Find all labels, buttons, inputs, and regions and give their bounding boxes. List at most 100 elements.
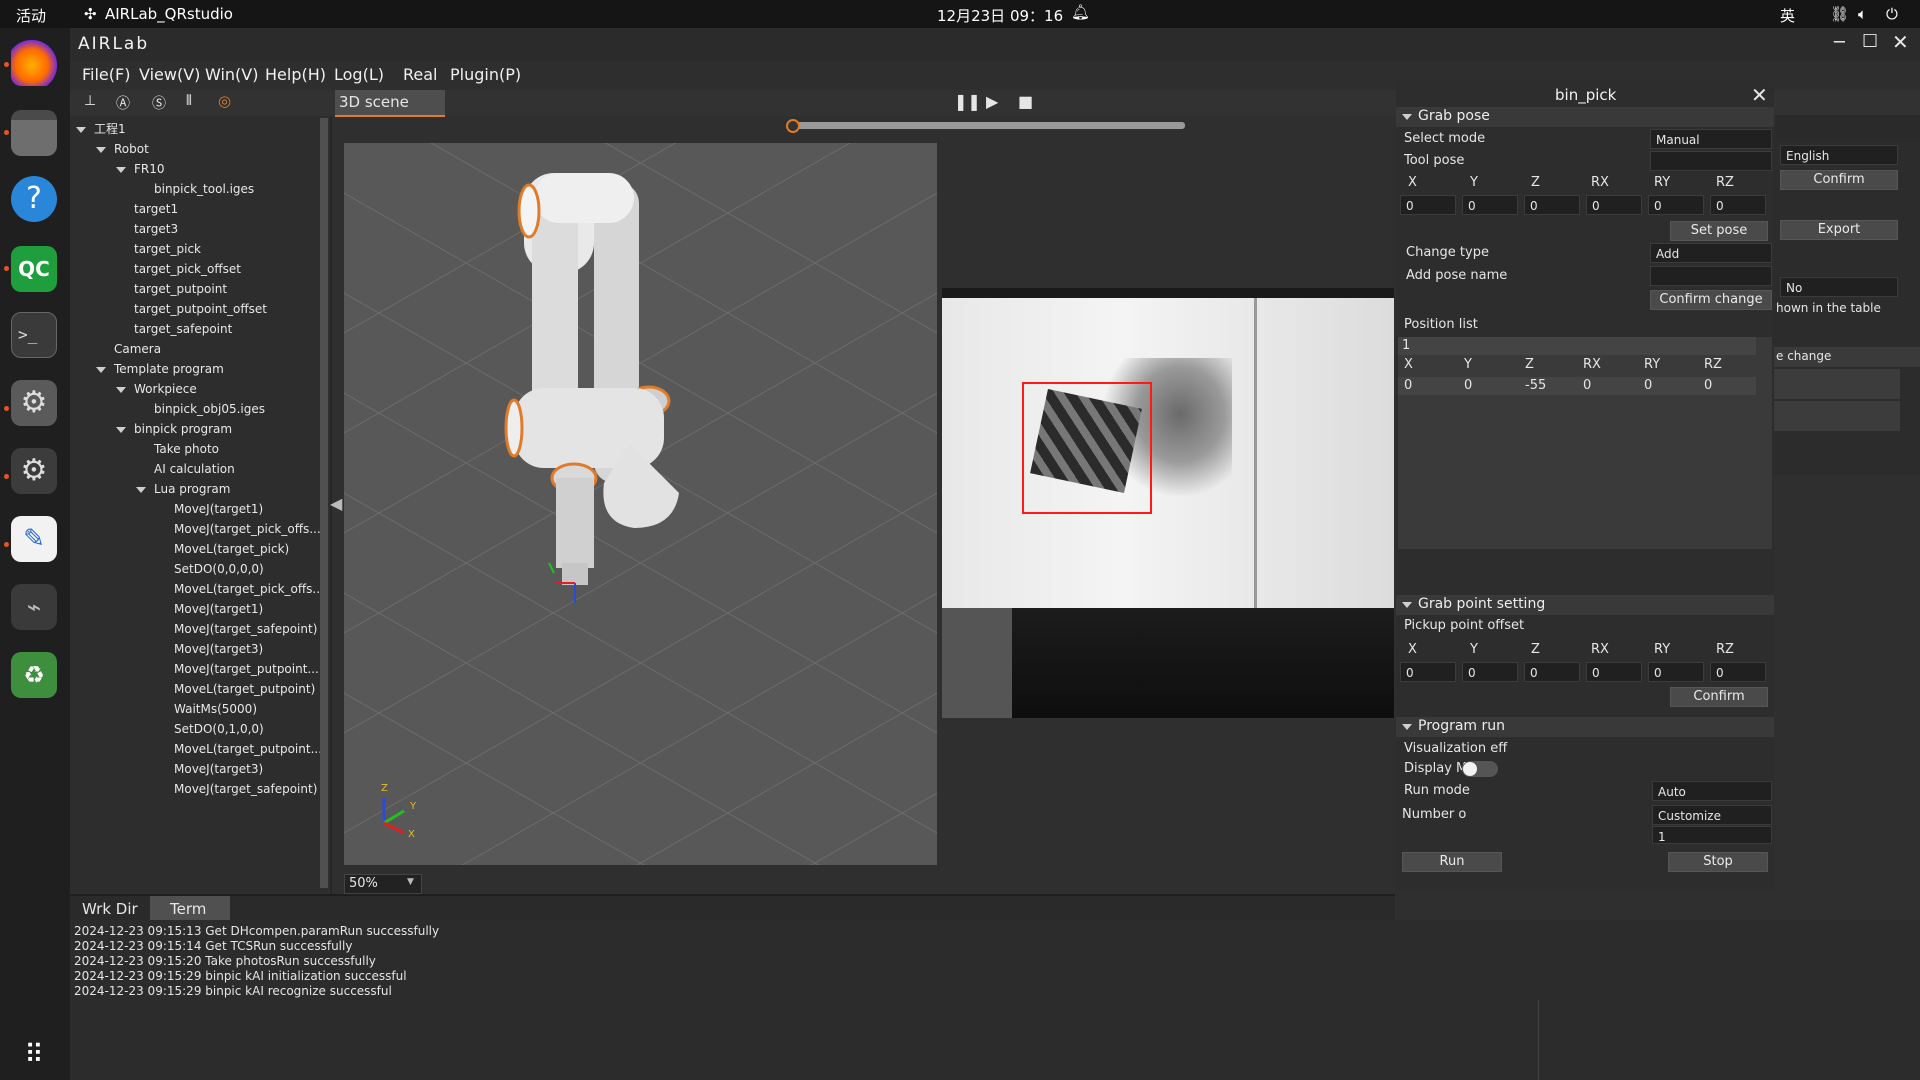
app-grid-icon[interactable]: ⠿ xyxy=(11,1032,57,1078)
tree-item[interactable]: Camera xyxy=(114,340,161,358)
list-row[interactable]: 1 xyxy=(1398,337,1756,355)
minimize-icon[interactable]: ─ xyxy=(1834,32,1845,53)
select-mode-dropdown[interactable]: Manual xyxy=(1650,129,1772,149)
terminal-icon[interactable]: >_ xyxy=(11,312,57,358)
chevron-down-icon[interactable] xyxy=(76,126,86,133)
confirm-offset-button[interactable]: Confirm xyxy=(1670,687,1768,707)
tree-item[interactable]: MoveL(target_pick) xyxy=(174,540,289,558)
close-icon[interactable]: ✕ xyxy=(1892,30,1909,54)
axis-icon[interactable]: ⊥ xyxy=(84,93,96,109)
input-method[interactable]: 英 xyxy=(1780,5,1795,26)
pause-icon[interactable]: ❚❚ xyxy=(954,92,981,111)
tab-term[interactable]: Term xyxy=(150,896,230,922)
auto-icon[interactable]: Ⓐ xyxy=(116,93,130,113)
tree-item[interactable]: MoveJ(target3) xyxy=(174,640,263,658)
no-select[interactable]: No xyxy=(1780,277,1898,297)
pose-rz-input[interactable]: 0 xyxy=(1710,195,1766,215)
menu-view[interactable]: View(V) xyxy=(139,65,200,84)
settings-gear-icon[interactable]: ⚙ xyxy=(11,380,57,426)
app-menu-icon[interactable]: ✣ xyxy=(84,5,97,23)
pose-y-input[interactable]: 0 xyxy=(1462,195,1518,215)
target-icon[interactable]: ◎ xyxy=(218,92,231,110)
volume-icon[interactable]: 🔈︎ xyxy=(1858,5,1867,23)
files-icon[interactable] xyxy=(11,110,57,156)
pose-rx-input[interactable]: 0 xyxy=(1586,195,1642,215)
tree-item[interactable]: Take photo xyxy=(154,440,219,458)
offset-z-input[interactable]: 0 xyxy=(1524,662,1580,682)
number-mode-dropdown[interactable]: Customize xyxy=(1652,805,1772,825)
tree-item[interactable]: MoveJ(target_putpoint... xyxy=(174,660,319,678)
grab-point-header[interactable]: Grab point setting xyxy=(1396,595,1774,615)
menu-plugin[interactable]: Plugin(P) xyxy=(450,65,521,84)
tab-wrk-dir[interactable]: Wrk Dir xyxy=(70,896,148,922)
run-mode-dropdown[interactable]: Auto xyxy=(1652,781,1772,801)
tool-pose-field[interactable] xyxy=(1650,151,1772,171)
clock[interactable]: 12月23日 09：16 xyxy=(937,5,1063,26)
tree-item[interactable]: MoveJ(target_pick_offs... xyxy=(174,520,321,538)
tree-scrollbar[interactable] xyxy=(320,118,328,888)
tree-item[interactable]: MoveJ(target_safepoint) xyxy=(174,780,317,798)
tree-item[interactable]: MoveJ(target_safepoint) xyxy=(174,620,317,638)
offset-ry-input[interactable]: 0 xyxy=(1648,662,1704,682)
tree-item[interactable]: FR10 xyxy=(116,160,165,178)
chevron-down-icon[interactable] xyxy=(136,486,146,493)
tree-item[interactable]: MoveJ(target3) xyxy=(174,760,263,778)
menu-win[interactable]: Win(V) xyxy=(205,65,258,84)
zoom-select[interactable]: 50% ▼ xyxy=(344,874,422,894)
qtcreator-icon[interactable]: QC xyxy=(11,246,57,292)
tree-item[interactable]: target3 xyxy=(134,220,178,238)
tree-item[interactable]: MoveL(target_pick_offs... xyxy=(174,580,324,598)
tree-item[interactable]: Workpiece xyxy=(116,380,197,398)
maximize-icon[interactable]: ☐ xyxy=(1862,31,1878,52)
timeline-handle[interactable] xyxy=(786,119,800,133)
menu-file[interactable]: File(F) xyxy=(82,65,130,84)
set-pose-button[interactable]: Set pose xyxy=(1670,221,1768,241)
tree-item[interactable]: 工程1 xyxy=(76,120,126,138)
tree-item[interactable]: target_safepoint xyxy=(134,320,232,338)
pose-ry-input[interactable]: 0 xyxy=(1648,195,1704,215)
confirm-change-button[interactable]: Confirm change xyxy=(1650,290,1772,310)
menu-help[interactable]: Help(H) xyxy=(265,65,326,84)
tree-item[interactable]: MoveJ(target1) xyxy=(174,600,263,618)
tree-item[interactable]: target_pick_offset xyxy=(134,260,241,278)
run-button[interactable]: Run xyxy=(1402,852,1502,872)
confirm-language-button[interactable]: Confirm xyxy=(1780,170,1898,190)
language-select[interactable]: English xyxy=(1780,145,1898,165)
stop-icon[interactable]: ■ xyxy=(1018,92,1033,111)
tree-item[interactable]: binpick program xyxy=(116,420,232,438)
position-list[interactable]: 1 X Y Z RX RY RZ 0 0 -55 0 0 0 xyxy=(1398,337,1772,549)
tree-item[interactable]: Robot xyxy=(96,140,149,158)
tree-item[interactable]: target_pick xyxy=(134,240,201,258)
stop-button[interactable]: Stop xyxy=(1668,852,1768,872)
add-pose-name-input[interactable] xyxy=(1650,266,1772,286)
tree-item[interactable]: WaitMs(5000) xyxy=(174,700,257,718)
play-icon[interactable]: ▶ xyxy=(986,92,998,111)
offset-y-input[interactable]: 0 xyxy=(1462,662,1518,682)
s-icon[interactable]: Ⓢ xyxy=(152,93,166,113)
pose-x-input[interactable]: 0 xyxy=(1400,195,1456,215)
3d-viewport[interactable]: Z Y X xyxy=(344,143,937,865)
trash-icon[interactable]: ♻ xyxy=(11,652,57,698)
tree-item[interactable]: MoveJ(target1) xyxy=(174,500,263,518)
tree-item[interactable]: AI calculation xyxy=(154,460,235,478)
help-icon[interactable]: ? xyxy=(11,176,57,222)
table-row[interactable]: 0 0 -55 0 0 0 xyxy=(1398,377,1756,395)
grab-pose-header[interactable]: Grab pose xyxy=(1396,107,1774,127)
display-toggle[interactable] xyxy=(1462,761,1498,777)
tab-3d-scene[interactable]: 3D scene xyxy=(335,90,445,117)
tree-item[interactable]: target1 xyxy=(134,200,178,218)
change-type-dropdown[interactable]: Add xyxy=(1650,243,1772,263)
activities-button[interactable]: 活动 xyxy=(16,5,46,26)
gripper-icon[interactable]: ⫴ xyxy=(186,93,192,109)
tree-item[interactable]: Lua program xyxy=(136,480,230,498)
chevron-down-icon[interactable] xyxy=(96,146,106,153)
network-icon[interactable]: ⛓ xyxy=(1830,5,1849,23)
collapse-left-icon[interactable]: ◀ xyxy=(330,494,342,513)
number-input[interactable]: 1 xyxy=(1652,826,1772,844)
chevron-down-icon[interactable] xyxy=(96,366,106,373)
tree-item[interactable]: MoveL(target_putpoint... xyxy=(174,740,322,758)
program-run-header[interactable]: Program run xyxy=(1396,717,1774,737)
firefox-icon[interactable] xyxy=(11,40,57,86)
offset-rz-input[interactable]: 0 xyxy=(1710,662,1766,682)
offset-rx-input[interactable]: 0 xyxy=(1586,662,1642,682)
